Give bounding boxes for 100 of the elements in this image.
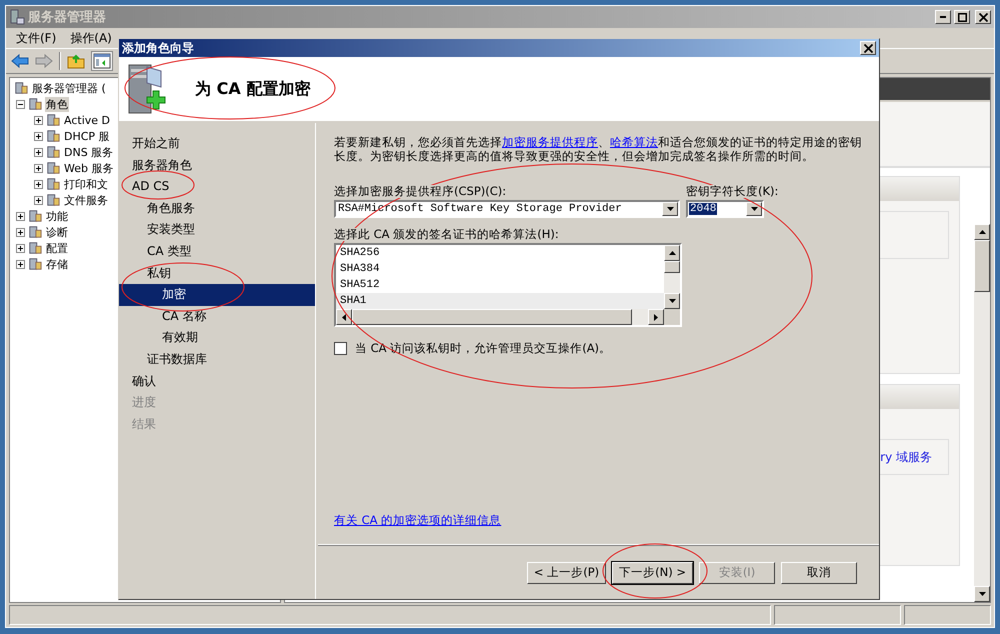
details-link[interactable]: 有关 CA 的加密选项的详细信息 <box>334 513 502 528</box>
tree-item[interactable]: 文件服务 <box>63 192 109 208</box>
expand-icon[interactable] <box>34 180 43 188</box>
tree-item[interactable]: 服务器管理器 ( <box>31 80 107 96</box>
server-icon <box>14 81 28 95</box>
key-length-label: 密钥字符长度(K): <box>686 185 778 198</box>
down-arrow-icon <box>668 299 676 303</box>
expand-icon[interactable] <box>34 196 43 204</box>
server-icon <box>28 209 42 223</box>
list-item[interactable]: SHA1 <box>336 293 664 309</box>
scroll-right-button[interactable] <box>648 309 664 325</box>
tree-item[interactable]: 配置 <box>45 240 69 256</box>
page-heading: 为 CA 配置加密 <box>195 78 310 100</box>
wizard-step[interactable]: 有效期 <box>119 327 315 349</box>
wizard-step[interactable]: CA 类型 <box>119 240 315 263</box>
server-icon <box>46 177 60 191</box>
close-icon <box>864 44 872 52</box>
intro-text: 若要新建私钥，您必须首先选择加密服务提供程序、哈希算法和适合您颁发的证书的特定用途的密钥长度。为密钥长度选择更高的值将导致更强的安全性，但会增加完成签名操作所需的时间。 <box>334 135 863 163</box>
minimize-button[interactable] <box>935 10 951 24</box>
collapse-icon[interactable] <box>16 100 25 108</box>
folder-icon[interactable] <box>67 53 85 69</box>
tree-item[interactable]: 诊断 <box>45 224 69 240</box>
server-icon <box>28 97 42 111</box>
scroll-left-button[interactable] <box>336 309 352 325</box>
wizard-button[interactable]: 取消 <box>781 562 857 584</box>
tree-item[interactable]: DHCP 服 <box>63 128 111 144</box>
help-link[interactable]: 哈希算法 <box>610 135 658 149</box>
expand-icon[interactable] <box>16 228 25 236</box>
key-length-dropdown[interactable]: 2048 <box>686 200 764 218</box>
console-tree-icon[interactable] <box>91 51 113 71</box>
tree-item[interactable]: Active D <box>63 114 111 126</box>
server-icon <box>46 145 60 159</box>
tree-item[interactable]: Web 服务 <box>63 160 114 176</box>
menu-item[interactable]: 文件(F) <box>16 30 56 46</box>
menu-item[interactable]: 操作(A) <box>70 30 112 46</box>
window-title: 服务器管理器 <box>28 9 106 26</box>
maximize-icon <box>958 12 966 22</box>
csp-label: 选择加密服务提供程序(CSP)(C): <box>334 185 506 198</box>
vertical-scrollbar[interactable] <box>974 224 990 602</box>
right-arrow-icon <box>654 314 658 320</box>
dropdown-button[interactable] <box>662 202 678 216</box>
wizard-step[interactable]: 确认 <box>119 370 315 392</box>
tree-item[interactable]: DNS 服务 <box>63 144 114 160</box>
list-item[interactable]: SHA256 <box>336 245 664 261</box>
back-arrow-icon[interactable] <box>11 53 29 69</box>
maximize-button[interactable] <box>954 10 970 24</box>
close-icon <box>978 12 988 22</box>
expand-icon[interactable] <box>34 148 43 156</box>
down-arrow-icon <box>750 207 758 211</box>
wizard-step[interactable]: 开始之前 <box>119 133 315 155</box>
wizard-button[interactable]: 下一步(N) > <box>612 562 693 584</box>
scroll-thumb[interactable] <box>664 261 680 273</box>
server-icon <box>28 257 42 271</box>
list-item[interactable]: SHA512 <box>336 277 664 293</box>
wizard-step[interactable]: 私钥 <box>119 262 315 284</box>
expand-icon[interactable] <box>16 260 25 268</box>
expand-icon[interactable] <box>16 212 25 220</box>
server-icon <box>46 161 60 175</box>
server-icon <box>46 129 60 143</box>
wizard-step[interactable]: 加密 <box>119 284 315 306</box>
scroll-down-button[interactable] <box>974 586 990 602</box>
down-arrow-icon <box>666 207 674 211</box>
expand-icon[interactable] <box>34 132 43 140</box>
tree-item[interactable]: 功能 <box>45 208 69 224</box>
scroll-down-button[interactable] <box>664 293 680 309</box>
dialog-title: 添加角色向导 <box>122 40 195 56</box>
wizard-step[interactable]: 角色服务 <box>119 198 315 220</box>
scroll-up-button[interactable] <box>664 245 680 261</box>
wizard-step[interactable]: CA 名称 <box>119 306 315 328</box>
close-button[interactable] <box>860 41 876 55</box>
scroll-thumb[interactable] <box>974 240 990 292</box>
wizard-step[interactable]: AD CS <box>119 176 315 198</box>
wizard-step[interactable]: 证书数据库 <box>119 348 315 371</box>
up-arrow-icon <box>668 251 676 255</box>
expand-icon[interactable] <box>34 164 43 172</box>
server-icon <box>28 225 42 239</box>
down-arrow-icon <box>978 592 986 596</box>
server-icon <box>28 241 42 255</box>
up-arrow-icon <box>978 230 986 234</box>
server-icon <box>9 9 25 25</box>
role-link[interactable]: ry 域服务 <box>880 448 932 466</box>
tree-item[interactable]: 角色 <box>45 96 69 112</box>
expand-icon[interactable] <box>34 116 43 124</box>
scrollbar-corner <box>664 309 680 325</box>
close-button[interactable] <box>975 10 991 24</box>
tree-item[interactable]: 存储 <box>45 256 69 272</box>
server-icon <box>46 113 60 127</box>
tree-item[interactable]: 打印和文 <box>63 176 109 192</box>
scroll-up-button[interactable] <box>974 224 990 240</box>
left-arrow-icon <box>342 314 346 320</box>
dropdown-button[interactable] <box>746 202 762 216</box>
wizard-step[interactable]: 服务器角色 <box>119 154 315 176</box>
wizard-button[interactable]: < 上一步(P) <box>526 562 606 584</box>
help-link[interactable]: 加密服务提供程序 <box>502 135 598 149</box>
vertical-scrollbar[interactable] <box>664 245 680 309</box>
checkbox[interactable] <box>334 342 347 355</box>
wizard-step[interactable]: 安装类型 <box>119 219 315 241</box>
list-item[interactable]: SHA384 <box>336 261 664 277</box>
hash-listbox[interactable]: SHA256 SHA384 SHA512 SHA1 <box>334 243 682 327</box>
expand-icon[interactable] <box>16 244 25 252</box>
